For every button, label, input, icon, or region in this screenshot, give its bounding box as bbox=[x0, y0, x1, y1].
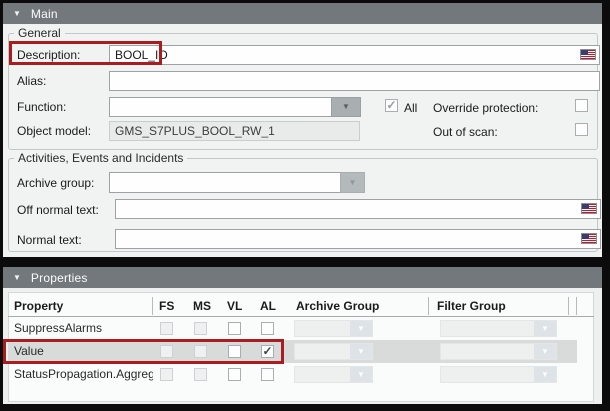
al-checkbox[interactable] bbox=[261, 322, 274, 335]
check-icon: ✓ bbox=[386, 100, 397, 111]
archive-group-cell-combo: ▼ bbox=[294, 343, 373, 360]
off-normal-text-input[interactable] bbox=[115, 199, 601, 219]
dropdown-arrow-icon: ▼ bbox=[534, 367, 556, 382]
table-row-name[interactable]: StatusPropagation.Aggregat bbox=[14, 367, 153, 381]
vl-checkbox[interactable] bbox=[228, 322, 241, 335]
main-section-header[interactable]: ▼ Main bbox=[3, 3, 602, 24]
function-label: Function: bbox=[17, 100, 66, 114]
dropdown-arrow-icon: ▼ bbox=[349, 178, 357, 187]
filter-group-cell-combo: ▼ bbox=[440, 343, 557, 360]
dropdown-arrow-icon: ▼ bbox=[350, 344, 372, 359]
table-row-name[interactable]: SuppressAlarms bbox=[14, 321, 152, 335]
vl-checkbox[interactable] bbox=[228, 345, 241, 358]
normal-text-label: Normal text: bbox=[17, 233, 82, 247]
property-editor-window: ▼ Main General Description: Alias: Funct… bbox=[0, 0, 610, 411]
function-input[interactable] bbox=[109, 97, 332, 117]
col-header-property[interactable]: Property bbox=[14, 299, 63, 313]
out-of-scan-label: Out of scan: bbox=[433, 125, 498, 139]
override-protection-checkbox[interactable] bbox=[575, 99, 588, 112]
ms-checkbox bbox=[194, 322, 207, 335]
fs-checkbox bbox=[160, 322, 173, 335]
description-input[interactable] bbox=[109, 45, 600, 65]
override-protection-label: Override protection: bbox=[433, 101, 538, 115]
description-label: Description: bbox=[17, 48, 80, 62]
archive-group-cell-combo: ▼ bbox=[294, 320, 373, 337]
dropdown-arrow-icon: ▼ bbox=[534, 321, 556, 336]
fs-checkbox bbox=[160, 345, 173, 358]
archive-group-cell-combo: ▼ bbox=[294, 366, 373, 383]
general-groupbox-legend: General bbox=[14, 26, 65, 40]
dropdown-arrow-icon: ▼ bbox=[342, 102, 350, 111]
column-separator bbox=[428, 297, 429, 315]
archive-group-label: Archive group: bbox=[17, 176, 94, 190]
table-row-name[interactable]: Value bbox=[14, 344, 152, 358]
fs-checkbox bbox=[160, 368, 173, 381]
filter-group-cell-combo: ▼ bbox=[440, 366, 557, 383]
col-header-vl[interactable]: VL bbox=[227, 299, 242, 313]
col-header-al[interactable]: AL bbox=[260, 299, 276, 313]
col-header-ms[interactable]: MS bbox=[193, 299, 211, 313]
col-header-archive-group[interactable]: Archive Group bbox=[296, 299, 379, 313]
filter-group-cell-combo: ▼ bbox=[440, 320, 557, 337]
col-header-filter-group[interactable]: Filter Group bbox=[437, 299, 506, 313]
expander-down-icon: ▼ bbox=[13, 9, 21, 18]
all-label: All bbox=[404, 101, 417, 115]
all-checkbox: ✓ bbox=[385, 99, 398, 112]
properties-section-title: Properties bbox=[31, 271, 88, 285]
us-flag-icon bbox=[581, 203, 597, 214]
normal-text-input[interactable] bbox=[115, 229, 601, 249]
object-model-field: GMS_S7PLUS_BOOL_RW_1 bbox=[109, 121, 360, 141]
out-of-scan-checkbox[interactable] bbox=[575, 123, 588, 136]
archive-group-dropdown-button[interactable]: ▼ bbox=[340, 172, 365, 193]
column-separator bbox=[152, 297, 153, 315]
vl-checkbox[interactable] bbox=[228, 368, 241, 381]
off-normal-text-label: Off normal text: bbox=[17, 203, 99, 217]
us-flag-icon bbox=[580, 49, 596, 60]
properties-section-header[interactable]: ▼ Properties bbox=[3, 267, 602, 288]
archive-group-input[interactable] bbox=[109, 172, 341, 193]
us-flag-icon bbox=[581, 233, 597, 244]
ms-checkbox bbox=[194, 368, 207, 381]
dropdown-arrow-icon: ▼ bbox=[350, 321, 372, 336]
column-separator bbox=[568, 297, 569, 315]
dropdown-arrow-icon: ▼ bbox=[534, 344, 556, 359]
check-icon: ✓ bbox=[262, 346, 273, 357]
ms-checkbox bbox=[194, 345, 207, 358]
object-model-label: Object model: bbox=[17, 124, 91, 138]
column-separator bbox=[576, 297, 577, 315]
al-checkbox[interactable] bbox=[261, 368, 274, 381]
header-divider bbox=[8, 316, 594, 317]
col-header-fs[interactable]: FS bbox=[159, 299, 174, 313]
function-dropdown-button[interactable]: ▼ bbox=[331, 97, 361, 117]
main-section-title: Main bbox=[31, 7, 58, 21]
alias-input[interactable] bbox=[109, 71, 600, 91]
main-section-panel: General Description: Alias: Function: ▼ … bbox=[3, 24, 602, 257]
activities-groupbox-legend: Activities, Events and Incidents bbox=[14, 151, 187, 165]
expander-down-icon: ▼ bbox=[13, 273, 21, 282]
alias-label: Alias: bbox=[17, 74, 46, 88]
al-checkbox[interactable]: ✓ bbox=[261, 345, 274, 358]
dropdown-arrow-icon: ▼ bbox=[350, 367, 372, 382]
